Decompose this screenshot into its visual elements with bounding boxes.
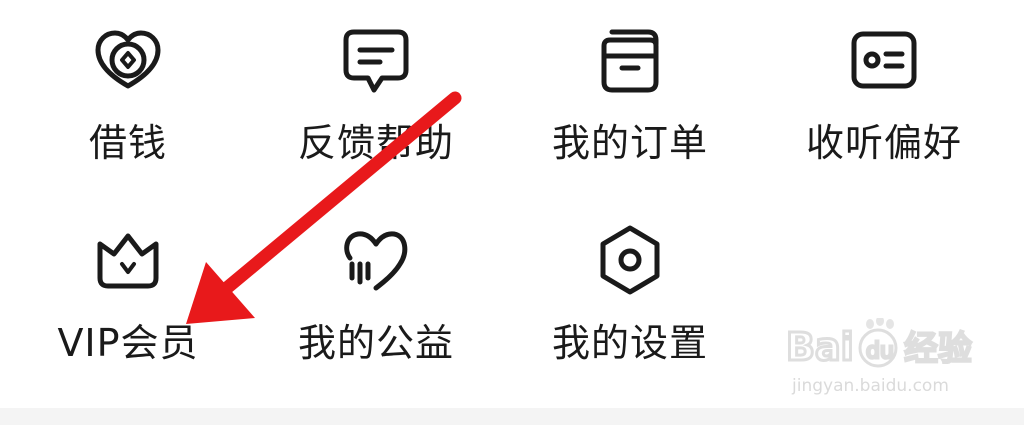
feedback-chat-icon: [343, 29, 409, 93]
menu-item-feedback-help[interactable]: 反馈帮助: [248, 10, 504, 190]
charity-heart-icon: [344, 231, 408, 291]
bottom-divider-bar: [0, 408, 1024, 425]
crown-icon: [97, 233, 159, 289]
menu-item-label: VIP会员: [57, 321, 199, 365]
menu-item-label: 反馈帮助: [297, 121, 454, 165]
menu-item-label: 我的公益: [297, 321, 454, 365]
menu-item-label: 借钱: [88, 121, 167, 165]
svg-text:Bai: Bai: [786, 325, 854, 369]
watermark-url: jingyan.baidu.com: [792, 376, 949, 396]
menu-item-my-charity[interactable]: 我的公益: [248, 210, 504, 390]
orders-box-icon: [601, 29, 659, 93]
svg-text:du: du: [866, 339, 894, 364]
menu-item-label: 我的设置: [551, 321, 708, 365]
menu-item-listening-preferences[interactable]: 收听偏好: [756, 10, 1012, 190]
menu-item-borrow[interactable]: 借钱: [0, 10, 256, 190]
coin-heart-icon: [95, 30, 161, 89]
menu-item-vip-member[interactable]: VIP会员: [0, 210, 256, 390]
menu-item-my-settings[interactable]: 我的设置: [502, 210, 758, 390]
preference-card-icon: [851, 31, 917, 89]
baidu-jingyan-watermark: Bai du 经验 jingyan.baidu.com: [786, 318, 996, 408]
svg-text:经验: 经验: [904, 329, 972, 369]
menu-item-my-orders[interactable]: 我的订单: [502, 10, 758, 190]
menu-item-label: 收听偏好: [805, 121, 962, 165]
settings-hexagon-icon: [600, 225, 660, 295]
menu-item-label: 我的订单: [551, 121, 708, 165]
baidu-jingyan-logo: Bai du 经验: [786, 318, 974, 371]
